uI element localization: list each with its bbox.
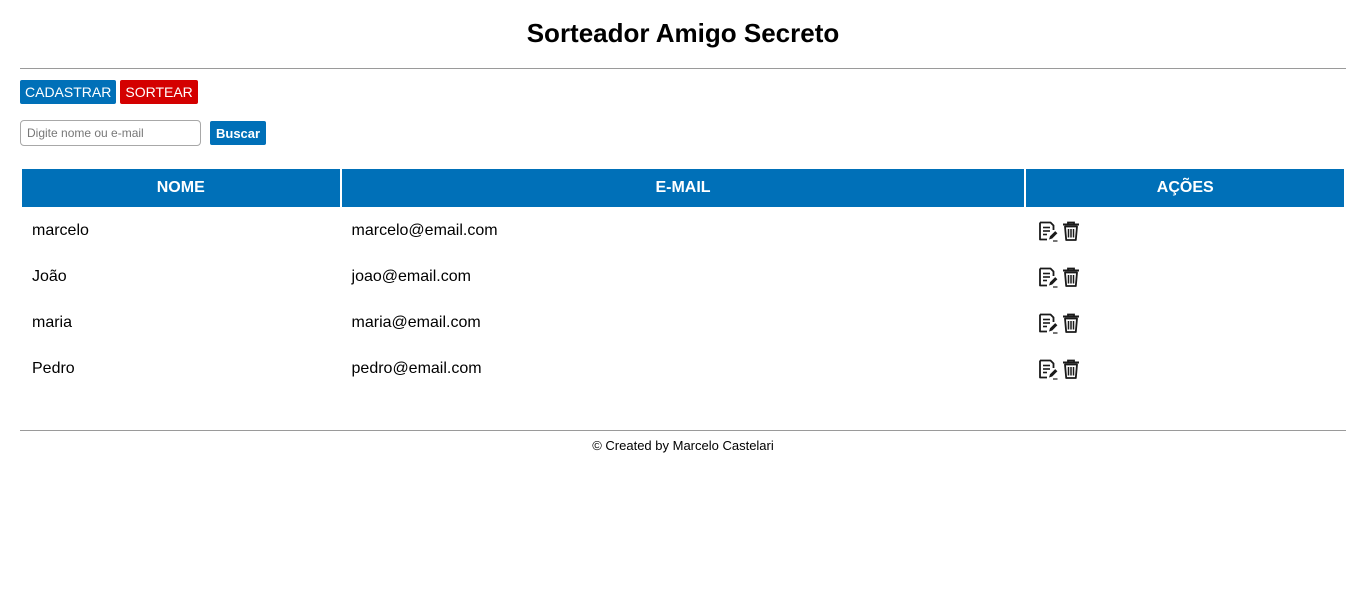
trash-icon[interactable] xyxy=(1060,266,1082,288)
table-body: marcelo marcelo@email.com João joao@email.c… xyxy=(22,209,1344,391)
trash-icon[interactable] xyxy=(1060,312,1082,334)
participant-email: maria@email.com xyxy=(351,314,481,331)
table-row: maria maria@email.com xyxy=(22,301,1344,345)
edit-icon[interactable] xyxy=(1036,220,1058,242)
row-action-icons xyxy=(1036,266,1334,288)
table-row: marcelo marcelo@email.com xyxy=(22,209,1344,253)
table-row: Pedro pedro@email.com xyxy=(22,347,1344,391)
search-input[interactable] xyxy=(20,120,201,146)
edit-icon[interactable] xyxy=(1036,312,1058,334)
row-action-icons xyxy=(1036,358,1334,380)
register-button[interactable]: CADASTRAR xyxy=(20,80,117,104)
row-actions xyxy=(1026,301,1344,345)
participants-table: NOME E-MAIL AÇÕES marcelo marcelo@email.c… xyxy=(20,167,1346,393)
footer-credit: © Created by Marcelo Castelari xyxy=(592,438,774,453)
row-action-icons xyxy=(1036,312,1334,334)
participant-name: marcelo xyxy=(32,222,89,239)
table-row: João joao@email.com xyxy=(22,255,1344,299)
row-actions xyxy=(1026,347,1344,391)
page: Sorteador Amigo Secreto CADASTRAR SORTEA… xyxy=(0,0,1366,600)
table-header-row: NOME E-MAIL AÇÕES xyxy=(22,169,1344,207)
search-button[interactable]: Buscar xyxy=(210,121,267,145)
column-header-name: NOME xyxy=(22,169,340,207)
bottom-divider xyxy=(20,430,1346,431)
action-bar: CADASTRAR SORTEAR xyxy=(20,80,198,104)
trash-icon[interactable] xyxy=(1060,358,1082,380)
trash-icon[interactable] xyxy=(1060,220,1082,242)
row-actions xyxy=(1026,209,1344,253)
edit-icon[interactable] xyxy=(1036,358,1058,380)
column-header-email: E-MAIL xyxy=(341,169,1025,207)
participant-email: pedro@email.com xyxy=(351,360,482,377)
participant-email: marcelo@email.com xyxy=(351,222,498,239)
participant-name: Pedro xyxy=(32,360,75,377)
column-header-actions: AÇÕES xyxy=(1026,169,1344,207)
top-divider xyxy=(20,68,1346,69)
edit-icon[interactable] xyxy=(1036,266,1058,288)
participant-email: joao@email.com xyxy=(351,268,471,285)
participant-name: maria xyxy=(32,314,73,331)
page-title: Sorteador Amigo Secreto xyxy=(526,18,840,48)
row-actions xyxy=(1026,255,1344,299)
draw-button[interactable]: SORTEAR xyxy=(120,80,198,104)
search-bar: Buscar xyxy=(20,120,267,146)
participant-name: João xyxy=(32,268,67,285)
row-action-icons xyxy=(1036,220,1334,242)
